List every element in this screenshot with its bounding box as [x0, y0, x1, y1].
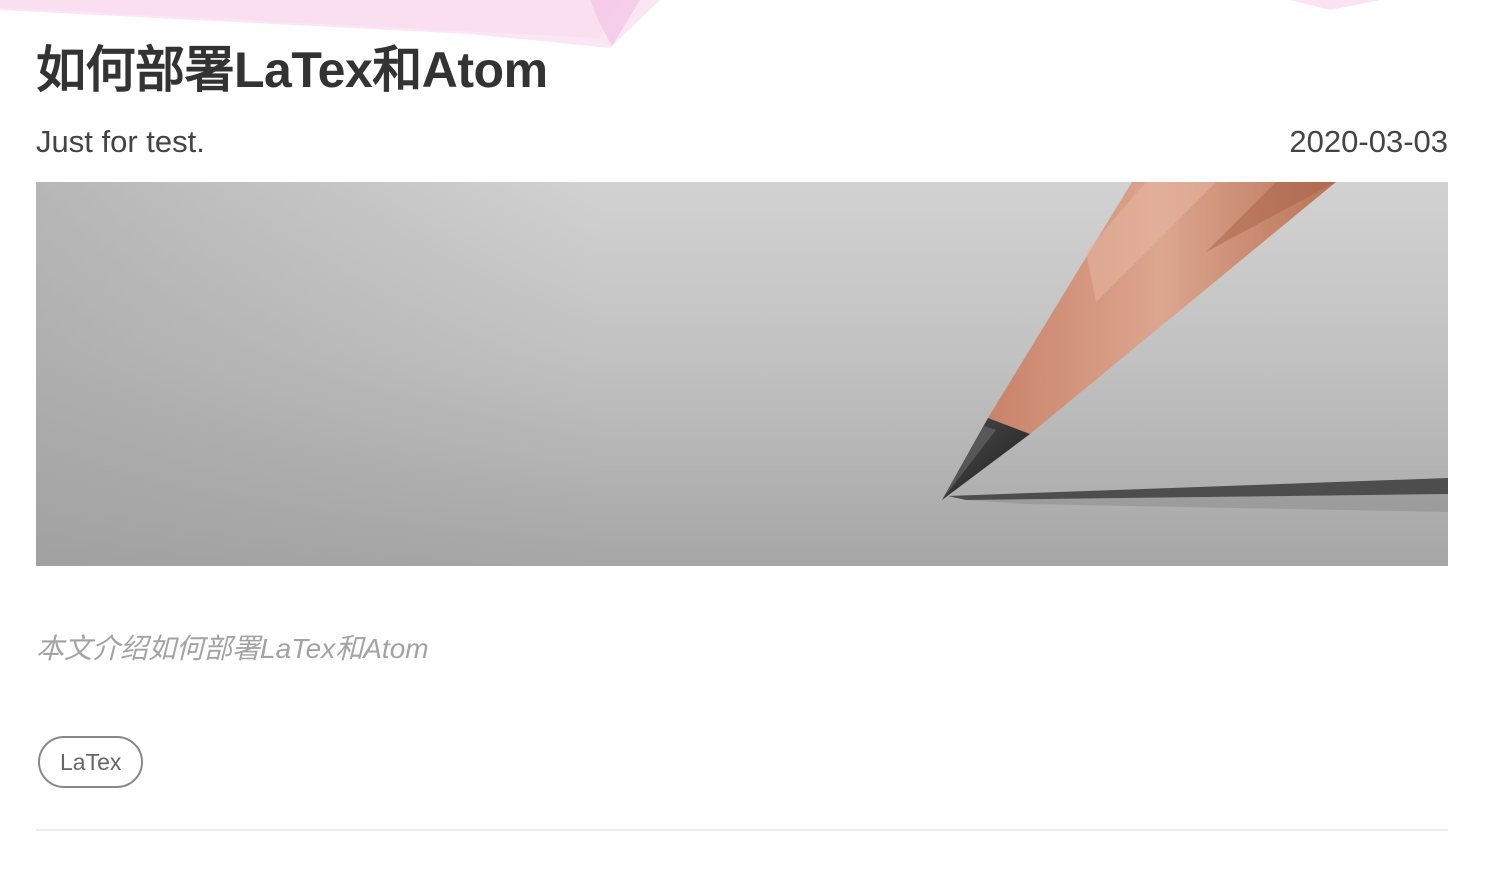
- post-date: 2020-03-03: [1289, 124, 1448, 159]
- post-excerpt: 本文介绍如何部署LaTex和Atom: [36, 633, 429, 664]
- post-subtitle: Just for test.: [36, 124, 205, 159]
- pencil-on-paper-photo: [36, 182, 1448, 566]
- post-meta: Just for test. 2020-03-03: [36, 122, 1448, 162]
- page: 如何部署LaTex和Atom Just for test. 2020-03-03: [0, 0, 1508, 876]
- divider: [36, 829, 1448, 831]
- tag-latex[interactable]: LaTex: [38, 736, 144, 788]
- post-title[interactable]: 如何部署LaTex和Atom: [36, 38, 548, 102]
- post-cover-image[interactable]: [36, 182, 1448, 566]
